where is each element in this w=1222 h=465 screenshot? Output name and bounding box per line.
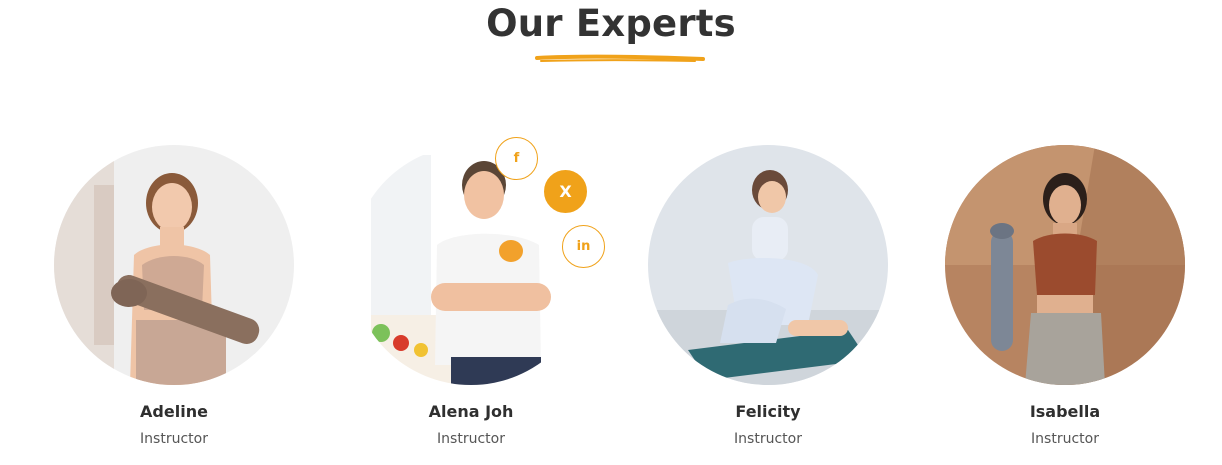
expert-name: Felicity [735,402,801,421]
expert-name: Isabella [1029,402,1101,421]
expert-role: Instructor [1031,431,1099,447]
section-title: Our Experts [486,2,736,45]
x-twitter-icon[interactable]: X [544,170,587,213]
linkedin-icon[interactable]: in [562,225,605,268]
expert-photo[interactable] [945,145,1185,385]
expert-role: Instructor [140,431,208,447]
title-underline [535,54,705,62]
expert-name: Alena Joh [428,402,514,421]
expert-card-adeline[interactable]: Adeline Instructor [54,145,294,465]
expert-name: Adeline [140,402,208,421]
expert-card-isabella[interactable]: Isabella Instructor [945,145,1185,465]
expert-photo[interactable] [54,145,294,385]
expert-role: Instructor [734,431,802,447]
expert-card-felicity[interactable]: Felicity Instructor [648,145,888,465]
expert-role: Instructor [437,431,505,447]
facebook-icon[interactable]: f [495,137,538,180]
expert-photo[interactable] [648,145,888,385]
